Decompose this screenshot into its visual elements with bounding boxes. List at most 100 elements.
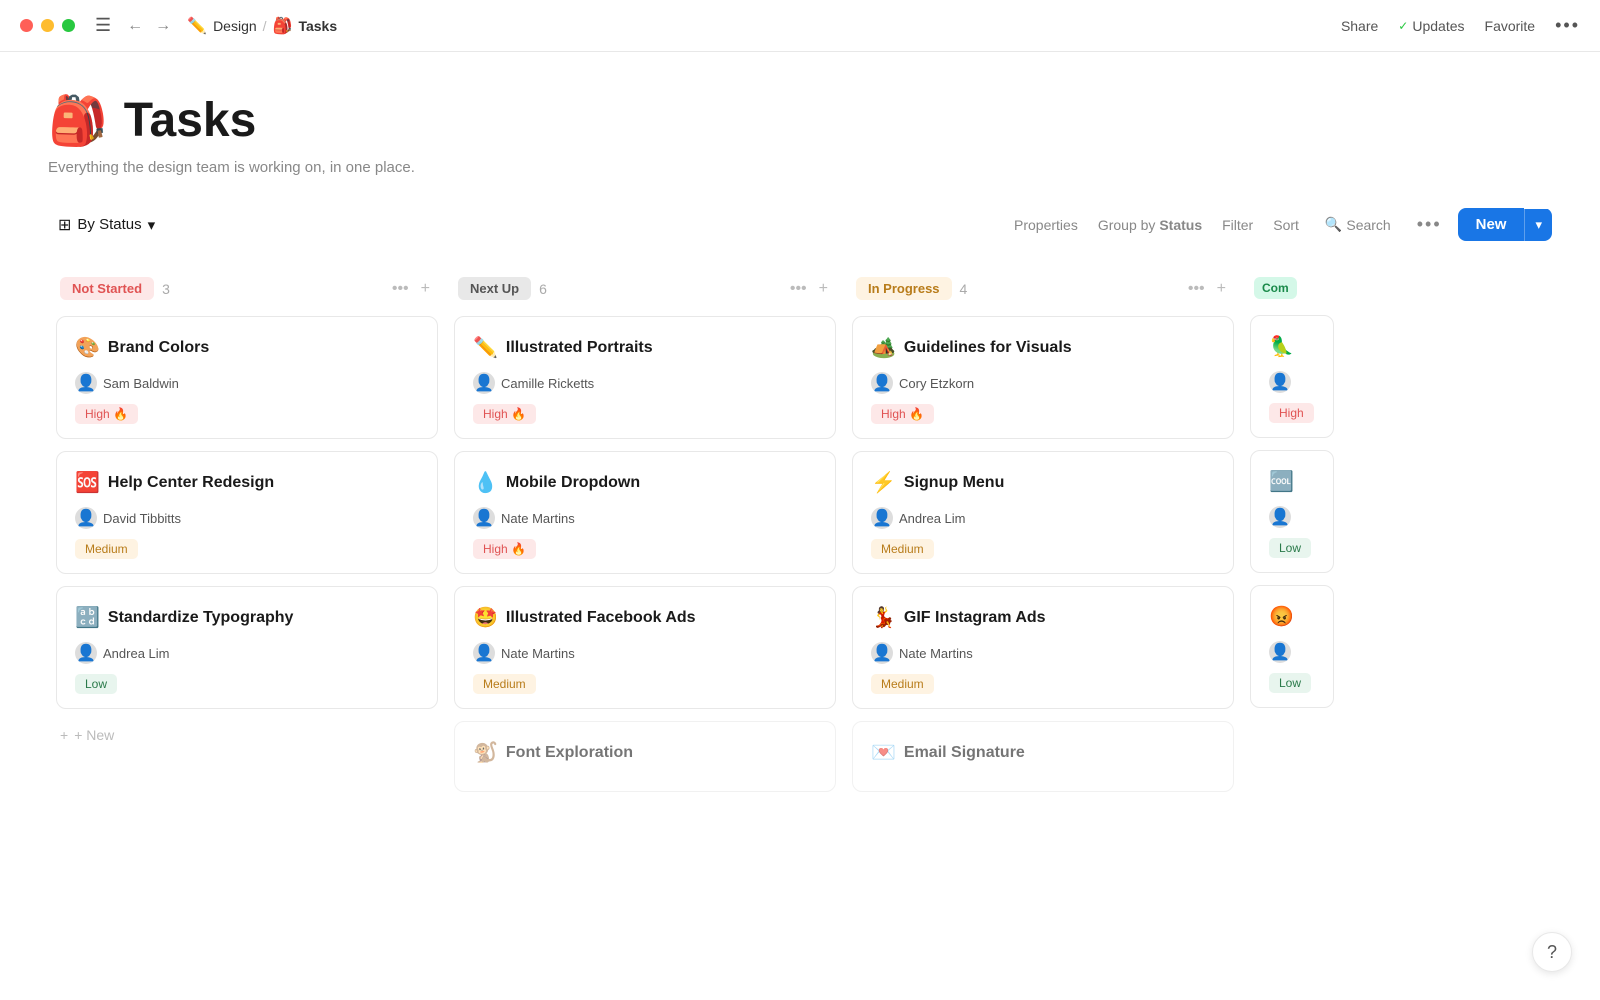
- card-mobile-dropdown[interactable]: 💧 Mobile Dropdown 👤 Nate Martins High 🔥: [454, 451, 836, 574]
- new-main-button[interactable]: New: [1458, 208, 1525, 241]
- assignee-name: Sam Baldwin: [103, 376, 179, 391]
- add-new-not-started[interactable]: + + New: [56, 721, 438, 749]
- card-emoji: 🔡: [75, 605, 100, 630]
- minimize-button[interactable]: [41, 19, 54, 32]
- assignee-name: Camille Ricketts: [501, 376, 594, 391]
- card-title-row: 🏕️ Guidelines for Visuals: [871, 335, 1215, 360]
- card-brand-colors[interactable]: 🎨 Brand Colors 👤 Sam Baldwin High 🔥: [56, 316, 438, 439]
- breadcrumb-current[interactable]: Tasks: [298, 18, 337, 34]
- avatar: 👤: [1269, 641, 1291, 663]
- page-title-row: 🎒 Tasks: [48, 92, 1552, 149]
- close-button[interactable]: [20, 19, 33, 32]
- plus-icon: +: [60, 727, 68, 743]
- card-emoji: 💧: [473, 470, 498, 495]
- search-button[interactable]: 🔍 Search: [1319, 212, 1397, 237]
- card-title: Illustrated Portraits: [506, 339, 653, 357]
- page-title: Tasks: [124, 93, 257, 148]
- card-complete-3[interactable]: 😡 👤 Low: [1250, 585, 1334, 708]
- card-title-row: 🐒 Font Exploration: [473, 740, 817, 765]
- sort-button[interactable]: Sort: [1273, 217, 1299, 233]
- forward-button[interactable]: →: [151, 15, 175, 37]
- card-title: Font Exploration: [506, 744, 633, 762]
- chevron-down-icon: ▾: [1535, 217, 1542, 232]
- favorite-button[interactable]: Favorite: [1485, 18, 1536, 34]
- more-options-button[interactable]: •••: [1555, 15, 1580, 36]
- card-illustrated-portraits[interactable]: ✏️ Illustrated Portraits 👤 Camille Ricke…: [454, 316, 836, 439]
- card-signup-menu[interactable]: ⚡ Signup Menu 👤 Andrea Lim Medium: [852, 451, 1234, 574]
- breadcrumb-parent[interactable]: Design: [213, 18, 257, 34]
- card-meta: 👤: [1269, 641, 1315, 663]
- card-meta: 👤 David Tibbitts: [75, 507, 419, 529]
- priority-badge: High 🔥: [75, 404, 138, 424]
- column-more-not-started[interactable]: •••: [388, 278, 413, 300]
- card-font-exploration[interactable]: 🐒 Font Exploration: [454, 721, 836, 792]
- new-dropdown-button[interactable]: ▾: [1524, 209, 1552, 241]
- card-title-row: 🆘 Help Center Redesign: [75, 470, 419, 495]
- column-more-next-up[interactable]: •••: [786, 278, 811, 300]
- card-help-center-redesign[interactable]: 🆘 Help Center Redesign 👤 David Tibbitts …: [56, 451, 438, 574]
- status-badge-complete: Com: [1254, 277, 1297, 299]
- assignee-name: Nate Martins: [899, 646, 973, 661]
- column-more-in-progress[interactable]: •••: [1184, 278, 1209, 300]
- chevron-down-icon: ▾: [148, 216, 156, 234]
- page-subtitle: Everything the design team is working on…: [48, 159, 1552, 176]
- avatar: 👤: [1269, 506, 1291, 528]
- card-guidelines-for-visuals[interactable]: 🏕️ Guidelines for Visuals 👤 Cory Etzkorn…: [852, 316, 1234, 439]
- column-header-next-up: Next Up 6 ••• +: [454, 277, 836, 300]
- help-button[interactable]: ?: [1532, 932, 1572, 972]
- card-illustrated-facebook-ads[interactable]: 🤩 Illustrated Facebook Ads 👤 Nate Martin…: [454, 586, 836, 709]
- column-add-next-up[interactable]: +: [815, 278, 832, 300]
- card-emoji: ✏️: [473, 335, 498, 360]
- avatar: 👤: [871, 642, 893, 664]
- card-emoji: 😡: [1269, 604, 1294, 629]
- search-icon: 🔍: [1325, 216, 1342, 233]
- avatar: 👤: [1269, 371, 1291, 393]
- page-emoji: 🎒: [48, 92, 108, 149]
- maximize-button[interactable]: [62, 19, 75, 32]
- priority-badge: High: [1269, 403, 1314, 423]
- card-emoji: 🦜: [1269, 334, 1294, 359]
- breadcrumb: ✏️ Design / 🎒 Tasks: [187, 16, 337, 36]
- group-by-button[interactable]: Group by Status: [1098, 217, 1202, 233]
- card-email-signature[interactable]: 💌 Email Signature: [852, 721, 1234, 792]
- updates-button[interactable]: ✓ Updates: [1398, 18, 1464, 34]
- view-label: By Status: [77, 216, 141, 233]
- card-meta: 👤 Camille Ricketts: [473, 372, 817, 394]
- avatar: 👤: [871, 507, 893, 529]
- card-complete-2[interactable]: 🆒 👤 Low: [1250, 450, 1334, 573]
- back-button[interactable]: ←: [123, 15, 147, 37]
- status-badge-in-progress: In Progress: [856, 277, 952, 300]
- filter-button[interactable]: Filter: [1222, 217, 1253, 233]
- assignee-name: Nate Martins: [501, 511, 575, 526]
- status-badge-next-up: Next Up: [458, 277, 531, 300]
- card-complete-1[interactable]: 🦜 👤 High: [1250, 315, 1334, 438]
- column-header-in-progress: In Progress 4 ••• +: [852, 277, 1234, 300]
- column-add-in-progress[interactable]: +: [1213, 278, 1230, 300]
- more-toolbar-options[interactable]: •••: [1417, 214, 1442, 235]
- kanban-board: Not Started 3 ••• + 🎨 Brand Colors 👤 Sam…: [48, 277, 1552, 804]
- breadcrumb-separator: /: [263, 18, 267, 34]
- card-emoji: ⚡: [871, 470, 896, 495]
- priority-badge: Medium: [871, 539, 934, 559]
- card-title-row: 😡: [1269, 604, 1315, 629]
- question-mark-icon: ?: [1547, 942, 1557, 963]
- share-button[interactable]: Share: [1341, 18, 1378, 34]
- properties-button[interactable]: Properties: [1014, 217, 1078, 233]
- view-selector[interactable]: ⊞ By Status ▾: [48, 209, 165, 241]
- page-content: 🎒 Tasks Everything the design team is wo…: [0, 52, 1600, 804]
- assignee-name: David Tibbitts: [103, 511, 181, 526]
- sidebar-toggle[interactable]: ☰: [95, 15, 111, 36]
- card-meta: 👤 Sam Baldwin: [75, 372, 419, 394]
- avatar: 👤: [473, 642, 495, 664]
- avatar: 👤: [75, 507, 97, 529]
- column-add-not-started[interactable]: +: [417, 278, 434, 300]
- priority-badge: Medium: [473, 674, 536, 694]
- card-title-row: 🤩 Illustrated Facebook Ads: [473, 605, 817, 630]
- card-standardize-typography[interactable]: 🔡 Standardize Typography 👤 Andrea Lim Lo…: [56, 586, 438, 709]
- column-not-started: Not Started 3 ••• + 🎨 Brand Colors 👤 Sam…: [48, 277, 446, 804]
- card-title-row: 💌 Email Signature: [871, 740, 1215, 765]
- assignee-name: Andrea Lim: [899, 511, 965, 526]
- titlebar: ☰ ← → ✏️ Design / 🎒 Tasks Share ✓ Update…: [0, 0, 1600, 52]
- card-gif-instagram-ads[interactable]: 💃 GIF Instagram Ads 👤 Nate Martins Mediu…: [852, 586, 1234, 709]
- column-count-in-progress: 4: [960, 281, 968, 297]
